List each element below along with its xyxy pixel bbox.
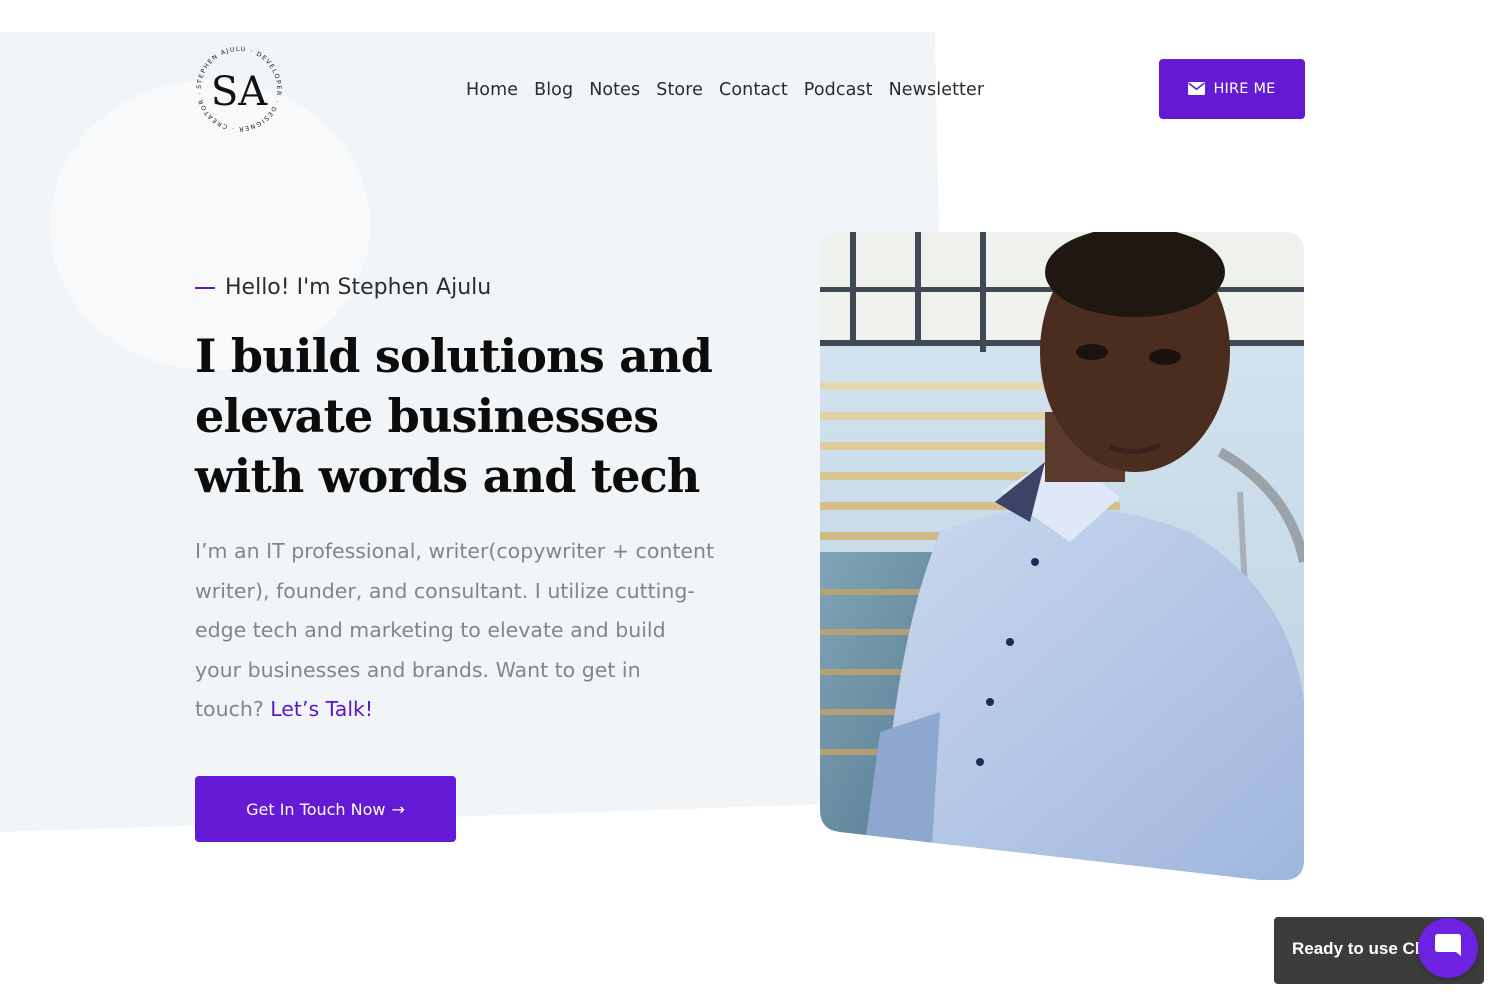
hero-bio-text: I’m an IT professional, writer(copywrite…	[195, 539, 715, 721]
kicker-dash	[195, 286, 215, 289]
get-in-touch-label: Get In Touch Now	[246, 799, 386, 819]
nav-newsletter[interactable]: Newsletter	[889, 78, 985, 102]
envelope-icon	[1188, 80, 1206, 99]
nav-home[interactable]: Home	[466, 78, 518, 102]
arrow-right-icon: →	[391, 799, 405, 819]
lets-talk-link[interactable]: Let’s Talk!	[270, 697, 373, 721]
hire-me-button[interactable]: HIRE ME	[1159, 59, 1305, 119]
nav-notes[interactable]: Notes	[589, 78, 640, 102]
kicker-text: Hello! I'm Stephen Ajulu	[225, 275, 492, 300]
hero-bio: I’m an IT professional, writer(copywrite…	[195, 532, 715, 730]
hire-me-label: HIRE ME	[1213, 81, 1276, 97]
hero-kicker: Hello! I'm Stephen Ajulu	[195, 275, 491, 300]
chat-launcher-button[interactable]	[1418, 918, 1478, 978]
nav-podcast[interactable]: Podcast	[804, 78, 873, 102]
portrait-photo	[820, 232, 1304, 880]
nav-blog[interactable]: Blog	[534, 78, 573, 102]
logo-monogram: SA	[211, 69, 268, 115]
get-in-touch-button[interactable]: Get In Touch Now →	[195, 776, 456, 842]
nav-store[interactable]: Store	[656, 78, 703, 102]
site-logo[interactable]: STEPHEN AJULU · DEVELOPER · DESIGNER · C…	[189, 38, 285, 135]
nav-contact[interactable]: Contact	[719, 78, 788, 102]
hero-headline: I build solutions and elevate businesses…	[195, 329, 713, 503]
main-nav: Home Blog Notes Store Contact Podcast Ne…	[466, 78, 984, 102]
chat-icon	[1432, 930, 1464, 966]
